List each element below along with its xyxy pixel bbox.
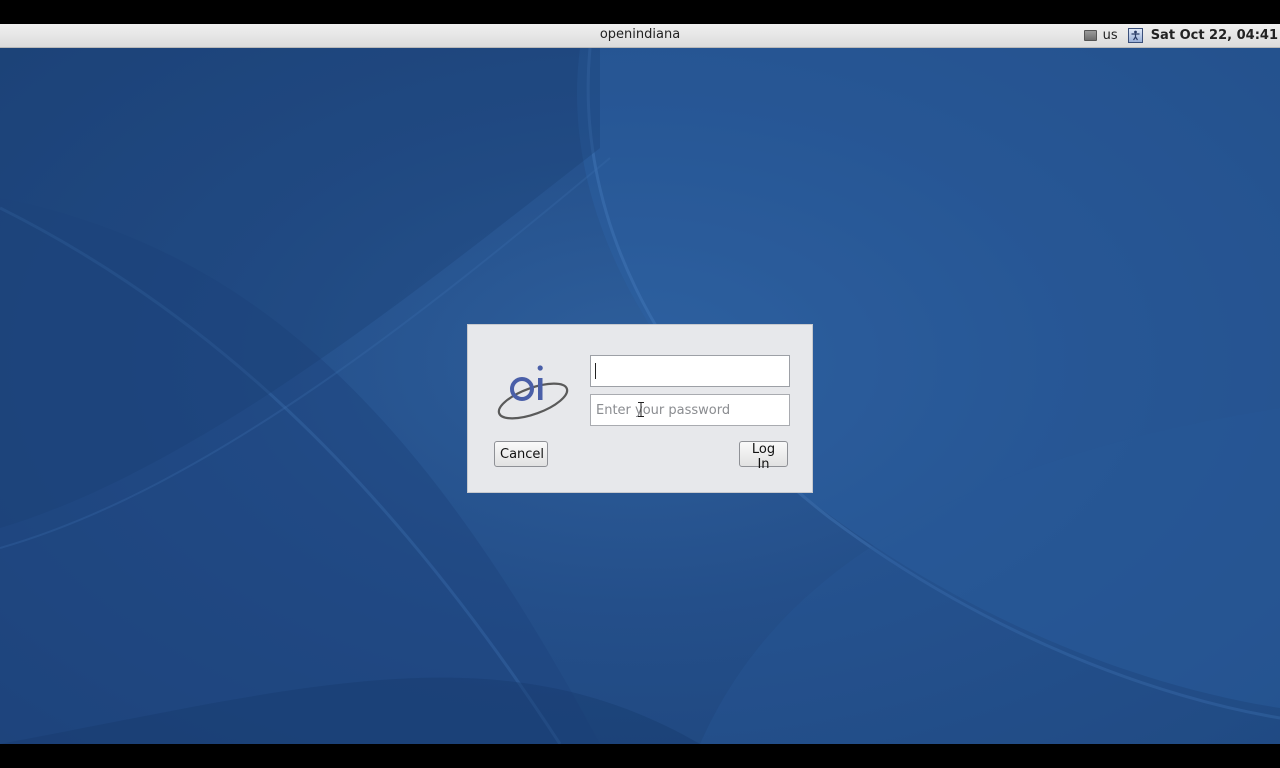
login-dialog: Cancel Log In: [467, 324, 813, 493]
password-input[interactable]: [590, 394, 790, 426]
openindiana-logo: [497, 365, 569, 420]
clock[interactable]: Sat Oct 22, 04:41: [1151, 28, 1278, 43]
top-panel: openindiana us Sat Oct 22, 04:41: [0, 24, 1280, 48]
log-in-button[interactable]: Log In: [739, 441, 788, 472]
display-icon[interactable]: [1083, 30, 1097, 41]
desktop-background: Cancel Log In: [0, 48, 1280, 744]
screen: openindiana us Sat Oct 22, 04:41 Cancel …: [0, 0, 1280, 768]
letterbox-top: [0, 0, 1280, 24]
system-tray: us Sat Oct 22, 04:41: [1083, 26, 1278, 45]
username-input[interactable]: [590, 355, 790, 387]
letterbox-bottom: [0, 744, 1280, 768]
text-caret: [595, 363, 596, 379]
cancel-button[interactable]: Cancel: [494, 441, 548, 467]
accessibility-icon[interactable]: [1127, 28, 1143, 43]
keyboard-layout-indicator[interactable]: us: [1103, 28, 1118, 43]
ibeam-cursor-icon: [638, 402, 644, 417]
